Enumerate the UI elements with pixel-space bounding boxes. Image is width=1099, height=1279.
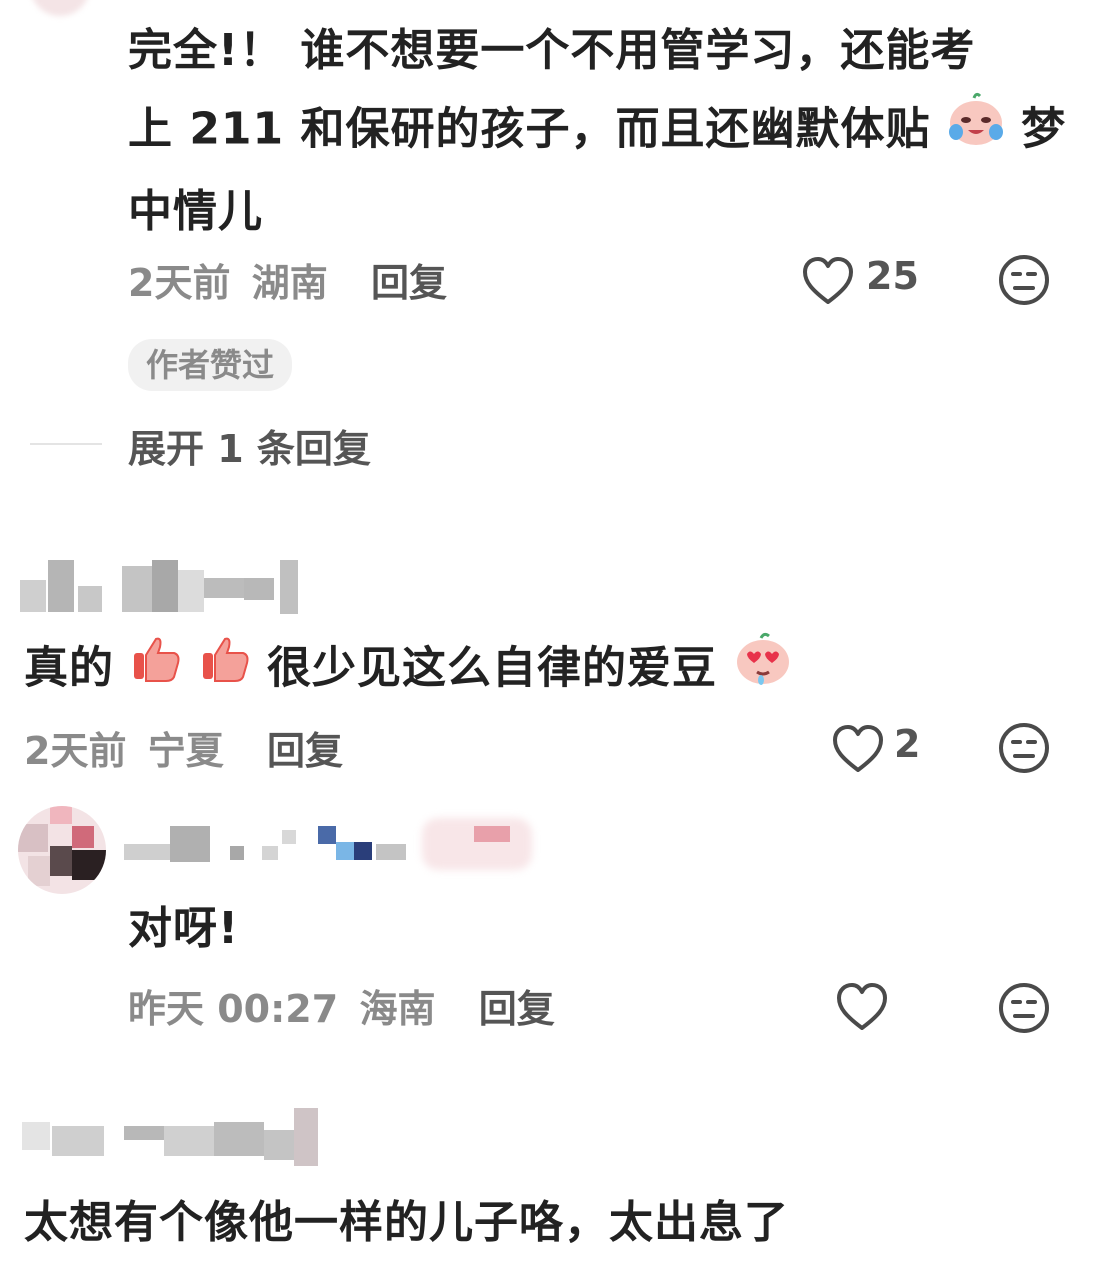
comment-time: 昨天 00:27 — [128, 987, 339, 1031]
like-button[interactable]: 2 — [832, 722, 932, 778]
avatar[interactable] — [18, 806, 106, 894]
heart-outline-icon — [803, 257, 853, 304]
username[interactable] — [20, 1108, 320, 1166]
reply-button[interactable]: 回复 — [267, 729, 343, 773]
neutral-face-icon — [999, 723, 1049, 773]
avatar[interactable] — [30, 0, 90, 16]
like-button[interactable] — [836, 982, 888, 1036]
comment-text: 太想有个像他一样的儿子咯，太出息了 — [24, 1197, 789, 1248]
heart-eyes-emoji — [733, 628, 793, 713]
comment-location: 海南 — [359, 987, 436, 1031]
comment-meta: 2天前 宁夏 回复 — [24, 720, 343, 775]
author-liked-badge: 作者赞过 — [128, 339, 293, 391]
heart-outline-icon — [833, 725, 883, 772]
dislike-button[interactable] — [998, 254, 1050, 310]
neutral-face-icon — [999, 255, 1049, 305]
divider — [30, 443, 102, 445]
expand-replies-button[interactable]: 展开 1 条回复 — [128, 418, 371, 473]
like-button[interactable]: 25 — [802, 254, 932, 310]
comment-meta: 2天前 湖南 回复 — [128, 252, 447, 307]
thumbs-up-emoji — [199, 632, 251, 710]
thumbs-up-emoji — [130, 632, 182, 710]
like-count: 2 — [894, 722, 921, 766]
comment-time: 2天前 — [24, 729, 127, 773]
username[interactable] — [18, 560, 308, 616]
crying-emoji — [947, 90, 1005, 173]
neutral-face-icon — [999, 983, 1049, 1033]
username[interactable] — [122, 818, 532, 870]
comment-location: 宁夏 — [147, 729, 224, 773]
comment-text: 对呀! — [128, 903, 240, 954]
heart-outline-icon — [837, 983, 887, 1030]
comment-text: 真的 很少见这么自律的爱豆 — [24, 628, 793, 713]
like-count: 25 — [866, 254, 919, 298]
comment-meta: 昨天 00:27 海南 回复 — [128, 978, 555, 1033]
reply-button[interactable]: 回复 — [479, 987, 555, 1031]
reply-button[interactable]: 回复 — [371, 261, 447, 305]
dislike-button[interactable] — [998, 982, 1050, 1038]
dislike-button[interactable] — [998, 722, 1050, 778]
comment-text: 完全!！ 谁不想要一个不用管学习，还能考 上 211 和保研的孩子，而且还幽默体… — [128, 25, 1067, 237]
comment-location: 湖南 — [251, 261, 328, 305]
comment-time: 2天前 — [128, 261, 231, 305]
